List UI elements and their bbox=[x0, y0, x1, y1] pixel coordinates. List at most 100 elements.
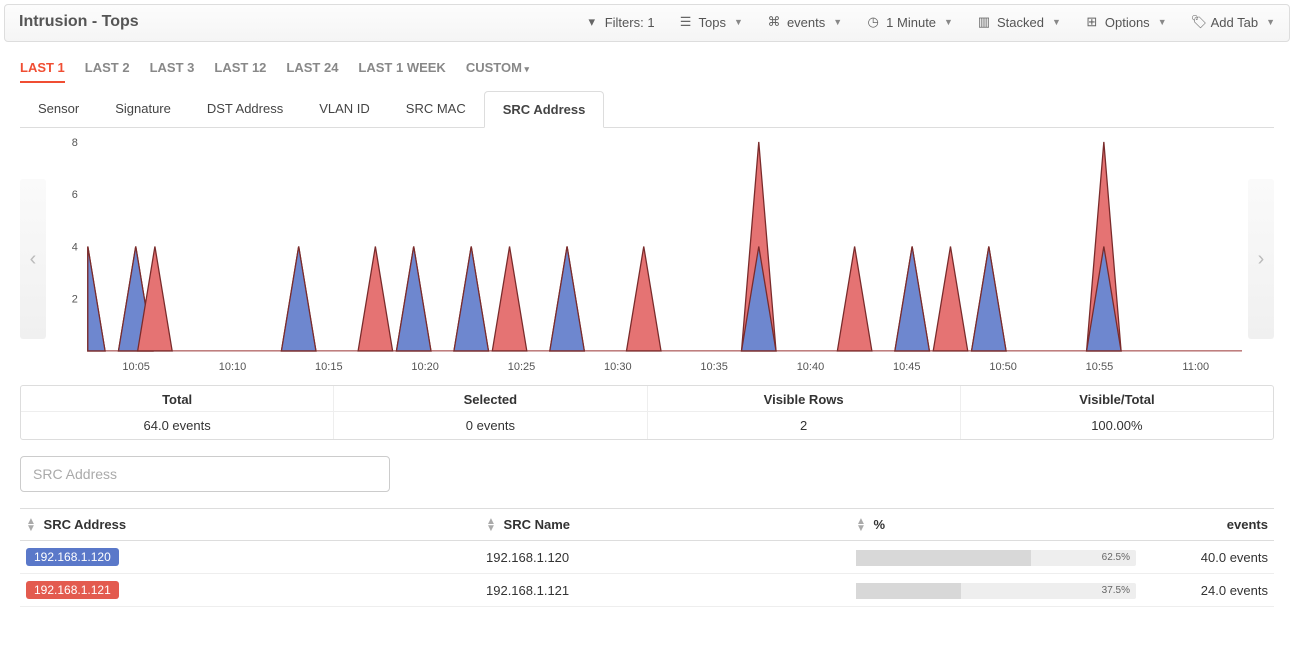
chevron-down-icon: ▼ bbox=[1052, 17, 1061, 27]
x-tick: 10:45 bbox=[859, 361, 955, 373]
stacked-label: Stacked bbox=[997, 15, 1044, 30]
sort-icon: ▲▼ bbox=[26, 518, 36, 532]
timerange-tab-last-1[interactable]: LAST 1 bbox=[20, 60, 65, 81]
sort-icon: ▲▼ bbox=[856, 518, 866, 532]
stacked-dropdown[interactable]: ▥ Stacked ▼ bbox=[977, 14, 1061, 30]
chart-prev-button[interactable]: ‹ bbox=[20, 179, 46, 339]
summary-rows-label: Visible Rows bbox=[648, 386, 960, 412]
list-icon: ☰ bbox=[679, 14, 693, 30]
dashboard-icon: ⌘ bbox=[767, 14, 781, 30]
x-tick: 10:40 bbox=[762, 361, 858, 373]
chevron-down-icon: ▼ bbox=[944, 17, 953, 27]
src-name-cell: 192.168.1.120 bbox=[480, 541, 850, 574]
options-label: Options bbox=[1105, 15, 1150, 30]
ip-badge[interactable]: 192.168.1.121 bbox=[26, 581, 119, 599]
dimension-tabs: SensorSignatureDST AddressVLAN IDSRC MAC… bbox=[20, 91, 1274, 128]
timerange-tab-last-12[interactable]: LAST 12 bbox=[214, 60, 266, 81]
add-tab-button[interactable]: 🏷 Add Tab ▼ bbox=[1191, 14, 1275, 30]
x-tick: 10:10 bbox=[184, 361, 280, 373]
dimension-tab-sensor[interactable]: Sensor bbox=[20, 91, 97, 127]
dimension-tab-vlan-id[interactable]: VLAN ID bbox=[301, 91, 388, 127]
topbar: Intrusion - Tops ▾ Filters: 1 ☰ Tops ▼ ⌘… bbox=[4, 4, 1290, 42]
options-dropdown[interactable]: ⊞ Options ▼ bbox=[1085, 14, 1167, 30]
chart[interactable]: 2 4 6 8 10:0510:1010:1510:2010:2510:3010:35… bbox=[46, 134, 1248, 385]
filters-button[interactable]: ▾ Filters: 1 bbox=[585, 14, 655, 30]
col-src-address[interactable]: ▲▼ SRC Address bbox=[20, 508, 480, 541]
x-tick: 11:00 bbox=[1148, 361, 1244, 373]
dimension-tab-dst-address[interactable]: DST Address bbox=[189, 91, 301, 127]
summary-total-value: 64.0 events bbox=[21, 412, 333, 439]
col-pct[interactable]: ▲▼ % bbox=[850, 508, 1150, 541]
granularity-dropdown[interactable]: ◷ 1 Minute ▼ bbox=[866, 14, 953, 30]
pct-bar: 37.5% bbox=[856, 583, 1136, 599]
svg-text:4: 4 bbox=[72, 241, 78, 253]
chevron-down-icon: ▼ bbox=[833, 17, 842, 27]
col-src-name-label: SRC Name bbox=[504, 517, 570, 532]
events-label: events bbox=[787, 15, 825, 30]
topbar-tools: ▾ Filters: 1 ☰ Tops ▼ ⌘ events ▼ ◷ 1 Min… bbox=[585, 14, 1275, 30]
chevron-down-icon: ▼ bbox=[1158, 17, 1167, 27]
timerange-tabs: LAST 1 LAST 2 LAST 3 LAST 12 LAST 24 LAST 1 W… bbox=[20, 42, 1274, 91]
pct-label: 37.5% bbox=[1102, 583, 1130, 599]
timerange-tab-last-3[interactable]: LAST 3 bbox=[150, 60, 195, 81]
chart-area: ‹ 2468 10:0510:1010:1510:2010:2510:3010:… bbox=[20, 134, 1274, 385]
dimension-tab-src-mac[interactable]: SRC MAC bbox=[388, 91, 484, 127]
sort-icon: ▲▼ bbox=[486, 518, 496, 532]
timerange-tab-last-24[interactable]: LAST 24 bbox=[286, 60, 338, 81]
table-row[interactable]: 192.168.1.120 192.168.1.120 62.5% 40.0 e… bbox=[20, 541, 1274, 574]
barchart-icon: ▥ bbox=[977, 14, 991, 30]
results-table: ▲▼ SRC Address ▲▼ SRC Name ▲▼ % events 1… bbox=[20, 508, 1274, 608]
summary-rows: Visible Rows 2 bbox=[648, 386, 961, 439]
funnel-icon: ▾ bbox=[585, 14, 599, 30]
x-tick: 10:15 bbox=[281, 361, 377, 373]
svg-text:8: 8 bbox=[72, 138, 78, 149]
pct-label: 62.5% bbox=[1102, 550, 1130, 566]
table-row[interactable]: 192.168.1.121 192.168.1.121 37.5% 24.0 e… bbox=[20, 574, 1274, 607]
x-tick: 10:05 bbox=[88, 361, 184, 373]
col-src-address-label: SRC Address bbox=[44, 517, 127, 532]
x-tick: 10:20 bbox=[377, 361, 473, 373]
src-name-cell: 192.168.1.121 bbox=[480, 574, 850, 607]
dimension-tab-src-address[interactable]: SRC Address bbox=[484, 91, 605, 128]
summary-ratio: Visible/Total 100.00% bbox=[961, 386, 1273, 439]
events-cell: 40.0 events bbox=[1150, 541, 1274, 574]
x-tick: 10:30 bbox=[570, 361, 666, 373]
chevron-down-icon: ▼ bbox=[1266, 17, 1275, 27]
summary-ratio-label: Visible/Total bbox=[961, 386, 1273, 412]
summary-total-label: Total bbox=[21, 386, 333, 412]
tops-label: Tops bbox=[699, 15, 726, 30]
col-events[interactable]: events bbox=[1150, 508, 1274, 541]
summary-rows-value: 2 bbox=[648, 412, 960, 439]
tag-icon: 🏷 bbox=[1191, 14, 1205, 30]
timerange-tab-last-1-week[interactable]: LAST 1 WEEK bbox=[358, 60, 445, 81]
summary-selected-label: Selected bbox=[334, 386, 646, 412]
dimension-tab-signature[interactable]: Signature bbox=[97, 91, 189, 127]
x-tick: 10:50 bbox=[955, 361, 1051, 373]
summary-total: Total 64.0 events bbox=[21, 386, 334, 439]
page-title: Intrusion - Tops bbox=[19, 13, 139, 31]
events-dropdown[interactable]: ⌘ events ▼ bbox=[767, 14, 842, 30]
timerange-tab-last-2[interactable]: LAST 2 bbox=[85, 60, 130, 81]
col-src-name[interactable]: ▲▼ SRC Name bbox=[480, 508, 850, 541]
timerange-tab-custom[interactable]: CUSTOM ▾ bbox=[466, 60, 529, 81]
filters-label: Filters: 1 bbox=[605, 15, 655, 30]
summary-selected-value: 0 events bbox=[334, 412, 646, 439]
clock-icon: ◷ bbox=[866, 14, 880, 30]
x-tick: 10:35 bbox=[666, 361, 762, 373]
col-pct-label: % bbox=[874, 517, 886, 532]
svg-text:2: 2 bbox=[72, 294, 78, 306]
src-address-filter-input[interactable] bbox=[20, 456, 390, 492]
col-events-label: events bbox=[1227, 517, 1268, 532]
events-cell: 24.0 events bbox=[1150, 574, 1274, 607]
summary-row: Total 64.0 events Selected 0 events Visi… bbox=[20, 385, 1274, 440]
x-tick: 10:25 bbox=[473, 361, 569, 373]
summary-selected: Selected 0 events bbox=[334, 386, 647, 439]
addtab-label: Add Tab bbox=[1211, 15, 1258, 30]
svg-text:6: 6 bbox=[72, 189, 78, 201]
x-tick: 10:55 bbox=[1051, 361, 1147, 373]
ip-badge[interactable]: 192.168.1.120 bbox=[26, 548, 119, 566]
grid-icon: ⊞ bbox=[1085, 14, 1099, 30]
chart-next-button[interactable]: › bbox=[1248, 179, 1274, 339]
tops-dropdown[interactable]: ☰ Tops ▼ bbox=[679, 14, 743, 30]
granularity-label: 1 Minute bbox=[886, 15, 936, 30]
